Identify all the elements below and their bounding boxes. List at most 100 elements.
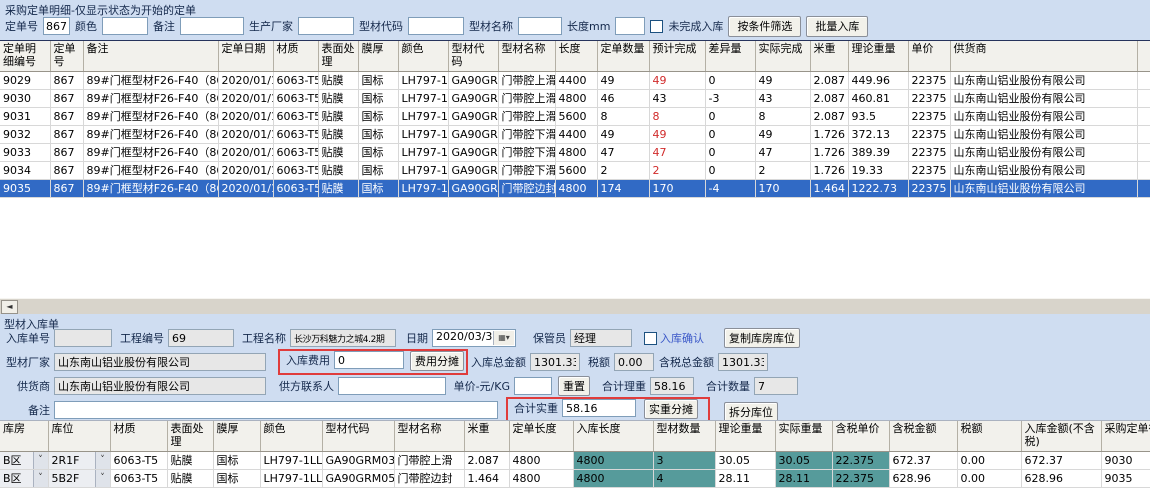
table-row[interactable]: 903286789#门框型材F26-F40（866+867）2020/01/13…: [0, 126, 1150, 144]
cell: 89#门框型材F26-F40（866+867）: [83, 90, 218, 108]
filter-maker-input[interactable]: [298, 17, 354, 35]
keeper-field[interactable]: [570, 329, 632, 347]
filter-color-input[interactable]: [102, 17, 148, 35]
column-header[interactable]: 膜厚: [213, 421, 260, 452]
form-note-field[interactable]: [54, 401, 498, 419]
cell: 9035: [0, 180, 50, 198]
column-header[interactable]: 库位: [48, 421, 110, 452]
column-header[interactable]: 定单长度: [509, 421, 573, 452]
filter-by-condition-button[interactable]: 按条件筛选: [728, 16, 801, 37]
project-no-field[interactable]: [168, 329, 234, 347]
column-header[interactable]: 型材名称: [498, 41, 555, 72]
total-qty-field[interactable]: [754, 377, 798, 395]
order-table-hscrollbar[interactable]: ◄: [0, 298, 1150, 314]
dropdown-arrow-icon[interactable]: ˅: [95, 452, 110, 469]
column-header[interactable]: 型材代码: [322, 421, 394, 452]
project-name-field[interactable]: [290, 329, 396, 347]
cell: 6063-T5: [273, 108, 318, 126]
contact-field[interactable]: [338, 377, 446, 395]
theory-weight-field[interactable]: [650, 377, 694, 395]
tax-total-field[interactable]: [718, 353, 768, 371]
tax-field[interactable]: [614, 353, 654, 371]
table-row[interactable]: B区˅2R1F˅6063-T5贴膜国标LH797-1LL0GA90GRM03门带…: [0, 452, 1150, 470]
cell: 1.726: [810, 162, 848, 180]
column-header[interactable]: 差异量: [705, 41, 755, 72]
stock-confirm-checkbox[interactable]: [644, 332, 657, 345]
column-header[interactable]: 型材数量: [653, 421, 715, 452]
column-header[interactable]: 材质: [110, 421, 167, 452]
column-header[interactable]: 表面处理: [318, 41, 358, 72]
filter-length-label: 长度mm: [567, 18, 610, 34]
column-header[interactable]: 理论重量: [848, 41, 908, 72]
table-row[interactable]: 903086789#门框型材F26-F40（866+867）2020/01/13…: [0, 90, 1150, 108]
table-row[interactable]: 903386789#门框型材F26-F40（866+867）2020/01/13…: [0, 144, 1150, 162]
copy-location-button[interactable]: 复制库房库位: [724, 328, 800, 348]
column-header[interactable]: 定单数量: [597, 41, 649, 72]
column-header[interactable]: 入库长度: [573, 421, 653, 452]
cell: 389.39: [848, 144, 908, 162]
table-row[interactable]: B区˅5B2F˅6063-T5贴膜国标LH797-1LL0GA90GRM05门带…: [0, 470, 1150, 488]
scroll-left-arrow-icon[interactable]: ◄: [1, 300, 18, 314]
total-amount-field[interactable]: [530, 353, 580, 371]
column-header[interactable]: 米重: [464, 421, 509, 452]
column-header[interactable]: 膜厚: [358, 41, 398, 72]
dropdown-arrow-icon[interactable]: ˅: [33, 470, 48, 487]
column-header[interactable]: 理论重量: [715, 421, 775, 452]
column-header[interactable]: 型材名称: [394, 421, 464, 452]
column-header[interactable]: 表面处理: [167, 421, 213, 452]
filter-length-input[interactable]: [615, 17, 645, 35]
table-row[interactable]: 903186789#门框型材F26-F40（866+867）2020/01/13…: [0, 108, 1150, 126]
batch-stock-in-button[interactable]: 批量入库: [806, 16, 868, 37]
column-header[interactable]: 型材代码: [448, 41, 498, 72]
column-header[interactable]: 供货商: [950, 41, 1137, 72]
column-header[interactable]: 实际重量: [775, 421, 832, 452]
column-header[interactable]: 含税单价: [832, 421, 889, 452]
column-header[interactable]: 入库金额(不含税): [1021, 421, 1101, 452]
filter-order-no-input[interactable]: [43, 17, 70, 35]
calendar-dropdown-icon[interactable]: ▦▾: [493, 331, 514, 345]
date-field[interactable]: 2020/03/31▦▾: [432, 329, 516, 347]
column-header[interactable]: 定单日期: [218, 41, 273, 72]
table-row[interactable]: 902986789#门框型材F26-F40（866+867）2020/01/13…: [0, 72, 1150, 90]
column-header[interactable]: 税额: [957, 421, 1021, 452]
column-header[interactable]: 定单号: [50, 41, 83, 72]
receipt-no-field[interactable]: [54, 329, 112, 347]
column-header[interactable]: 颜色: [260, 421, 322, 452]
column-header[interactable]: 采购定单行号: [1101, 421, 1150, 452]
column-header[interactable]: 米重: [810, 41, 848, 72]
fee-field[interactable]: [334, 351, 404, 369]
cell: GA90GRM04: [448, 126, 498, 144]
form-row-4: 备注 合计实重 实重分摊 拆分库位: [0, 401, 1150, 421]
filter-name-input[interactable]: [518, 17, 562, 35]
cell: 4: [653, 470, 715, 488]
column-header[interactable]: 库房: [0, 421, 48, 452]
cell: 山东南山铝业股份有限公司: [950, 144, 1137, 162]
column-header[interactable]: [1137, 41, 1150, 72]
fee-share-button[interactable]: 费用分摊: [410, 351, 464, 371]
column-header[interactable]: 长度: [555, 41, 597, 72]
column-header[interactable]: 实际完成: [755, 41, 810, 72]
column-header[interactable]: 材质: [273, 41, 318, 72]
filter-code-input[interactable]: [408, 17, 464, 35]
column-header[interactable]: 含税金额: [889, 421, 957, 452]
column-header[interactable]: 预计完成: [649, 41, 705, 72]
table-row[interactable]: 903486789#门框型材F26-F40（866+867）2020/01/13…: [0, 162, 1150, 180]
column-header[interactable]: 备注: [83, 41, 218, 72]
column-header[interactable]: 单价: [908, 41, 950, 72]
unit-price-field[interactable]: [514, 377, 552, 395]
maker-field[interactable]: [54, 353, 266, 371]
cell: 49: [649, 72, 705, 90]
reset-button[interactable]: 重置: [558, 376, 590, 396]
supplier-field[interactable]: [54, 377, 266, 395]
filter-note-input[interactable]: [180, 17, 244, 35]
actual-share-button[interactable]: 实重分摊: [644, 399, 698, 419]
column-header[interactable]: 颜色: [398, 41, 448, 72]
actual-weight-field[interactable]: [562, 399, 636, 417]
dropdown-arrow-icon[interactable]: ˅: [95, 470, 110, 487]
dropdown-arrow-icon[interactable]: ˅: [33, 452, 48, 469]
split-location-button[interactable]: 拆分库位: [724, 402, 778, 422]
unfinished-checkbox[interactable]: [650, 20, 663, 33]
column-header[interactable]: 定单明细编号: [0, 41, 50, 72]
cell: 19.33: [848, 162, 908, 180]
table-row[interactable]: 903586789#门框型材F26-F40（866+867）2020/01/13…: [0, 180, 1150, 198]
